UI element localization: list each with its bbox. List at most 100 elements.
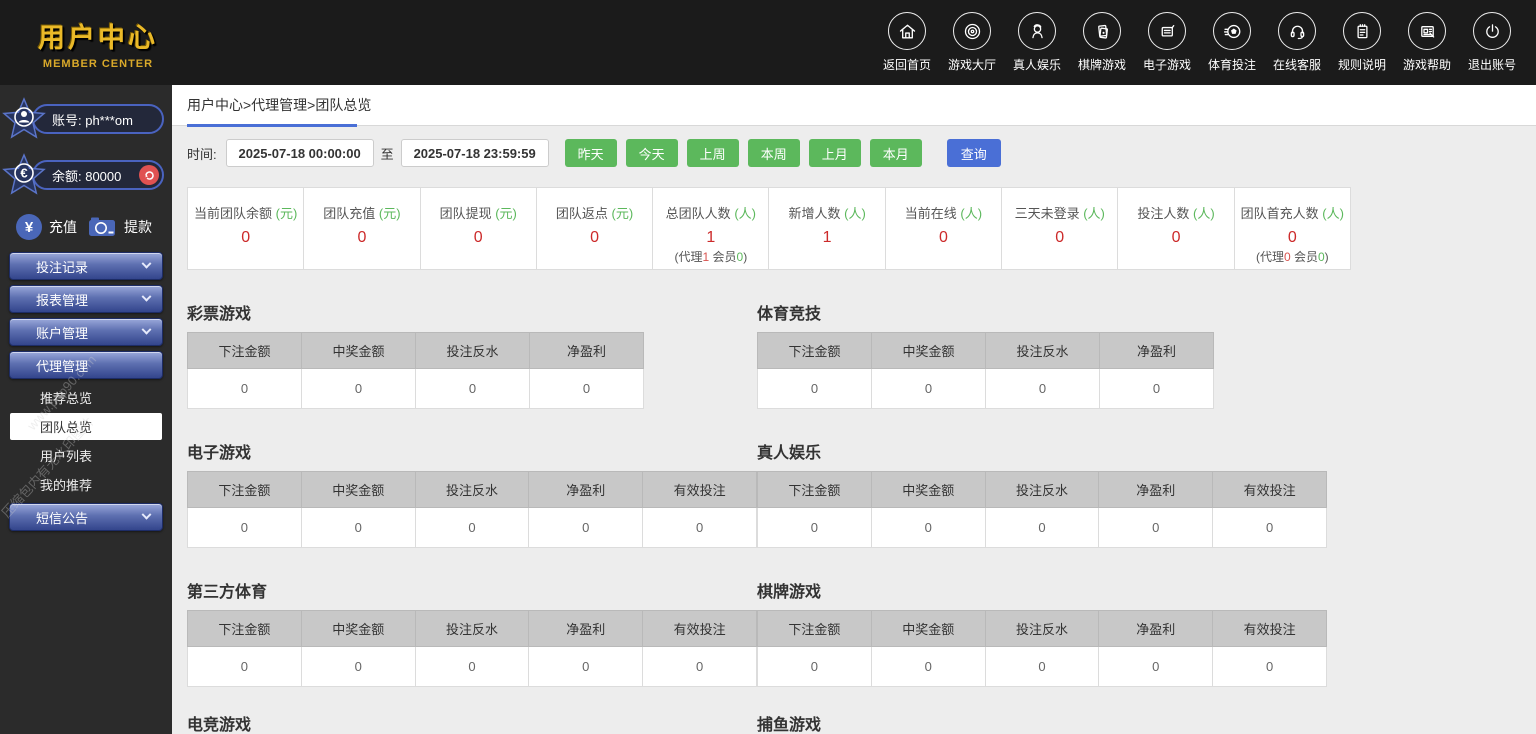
sidebar: 账号: ph***om € 余额: 80000 ¥ 充值 提款 [0, 85, 172, 734]
quick-today-button[interactable]: 今天 [626, 139, 678, 167]
sidebar-subitem-referral-overview[interactable]: 推荐总览 [10, 384, 162, 411]
sports-icon [1213, 12, 1251, 50]
quick-this-week-button[interactable]: 本周 [748, 139, 800, 167]
time-filter-row: 时间: 至 昨天 今天 上周 本周 上月 本月 查询 [187, 139, 1536, 167]
time-label: 时间: [187, 144, 217, 163]
nav-live-casino[interactable]: 真人娱乐 [1013, 12, 1061, 73]
date-to-input[interactable] [401, 139, 549, 167]
breadcrumb-active-underline [187, 124, 357, 127]
section-title: 第三方体育 [187, 578, 757, 602]
top-navigation: 返回首页 游戏大厅 真人娱乐 棋牌游戏 电子游戏 体育投注 在线客服 规则说明 [883, 12, 1516, 73]
sidebar-menu: 投注记录 报表管理 账户管理 代理管理 推荐总览 团队总览 用户列表 我的推荐 … [0, 252, 172, 531]
table-section-fishing: 捕鱼游戏 [757, 687, 1327, 734]
withdraw-button[interactable]: 提款 [87, 215, 152, 239]
chevron-down-icon [142, 291, 152, 301]
stat-team-withdraw: 团队提现 (元) 0 [421, 188, 537, 269]
quick-last-week-button[interactable]: 上周 [687, 139, 739, 167]
game-hall-icon [953, 12, 991, 50]
lottery-table: 下注金额中奖金额投注反水净盈利 0000 [187, 332, 644, 409]
breadcrumb: 用户中心>代理管理>团队总览 [172, 85, 1536, 126]
account-star-icon [2, 97, 46, 141]
sidebar-item-bet-records[interactable]: 投注记录 [9, 252, 163, 280]
withdraw-label: 提款 [124, 217, 152, 237]
to-label: 至 [381, 144, 394, 163]
sidebar-item-sms-announcement[interactable]: 短信公告 [9, 503, 163, 531]
stat-team-deposit: 团队充值 (元) 0 [304, 188, 420, 269]
quick-yesterday-button[interactable]: 昨天 [565, 139, 617, 167]
slots-table: 下注金额中奖金额投注反水净盈利有效投注 00000 [187, 471, 757, 548]
sidebar-subitem-user-list[interactable]: 用户列表 [10, 442, 162, 469]
nav-home[interactable]: 返回首页 [883, 12, 931, 73]
table-row: 00000 [188, 508, 757, 548]
quick-last-month-button[interactable]: 上月 [809, 139, 861, 167]
game-tables-grid: 彩票游戏 下注金额中奖金额投注反水净盈利 0000 体育竞技 下注金额中奖金额投… [187, 270, 1536, 734]
recharge-label: 充值 [49, 217, 77, 237]
account-label: 账号: ph***om [52, 110, 133, 129]
nav-card-games[interactable]: 棋牌游戏 [1078, 12, 1126, 73]
account-pill: 账号: ph***om [32, 104, 164, 134]
section-title: 电竞游戏 [187, 711, 757, 734]
nav-rules[interactable]: 规则说明 [1338, 12, 1386, 73]
stat-first-deposit-members: 团队首充人数 (人) 0 (代理0 会员0) [1235, 188, 1350, 269]
section-title: 电子游戏 [187, 439, 757, 463]
live-casino-icon [1018, 12, 1056, 50]
nav-logout[interactable]: 退出账号 [1468, 12, 1516, 73]
search-button[interactable]: 查询 [947, 139, 1001, 167]
section-title: 捕鱼游戏 [757, 711, 1327, 734]
sidebar-subitem-my-referral[interactable]: 我的推荐 [10, 471, 162, 498]
stat-team-balance: 当前团队余额 (元) 0 [188, 188, 304, 269]
nav-slots[interactable]: 电子游戏 [1143, 12, 1191, 73]
quick-this-month-button[interactable]: 本月 [870, 139, 922, 167]
stat-team-rebate: 团队返点 (元) 0 [537, 188, 653, 269]
stats-strip: 当前团队余额 (元) 0 团队充值 (元) 0 团队提现 (元) 0 团队返点 … [187, 187, 1351, 270]
account-row: 账号: ph***om [2, 97, 164, 141]
logo-title: 用户中心 [38, 16, 158, 55]
recharge-button[interactable]: ¥ 充值 [16, 214, 77, 240]
svg-text:€: € [20, 166, 27, 181]
nav-game-help[interactable]: 游戏帮助 [1403, 12, 1451, 73]
live-casino-table: 下注金额中奖金额投注反水净盈利有效投注 00000 [757, 471, 1327, 548]
stat-total-members: 总团队人数 (人) 1 (代理1 会员0) [653, 188, 769, 269]
withdraw-icon [87, 215, 117, 239]
sidebar-subitem-team-overview[interactable]: 团队总览 [10, 413, 162, 440]
recharge-icon: ¥ [16, 214, 42, 240]
balance-pill: 余额: 80000 [32, 160, 164, 190]
table-row: 00000 [758, 508, 1327, 548]
customer-service-icon [1278, 12, 1316, 50]
table-section-third-party-sports: 第三方体育 下注金额中奖金额投注反水净盈利有效投注 00000 [187, 548, 757, 687]
sidebar-item-agent-management[interactable]: 代理管理 [9, 351, 163, 379]
refresh-balance-icon[interactable] [139, 165, 159, 185]
balance-star-icon: € [2, 153, 46, 197]
table-section-live-casino: 真人娱乐 下注金额中奖金额投注反水净盈利有效投注 00000 [757, 409, 1327, 548]
game-help-icon [1408, 12, 1446, 50]
stat-new-members: 新增人数 (人) 1 [769, 188, 885, 269]
nav-customer-service[interactable]: 在线客服 [1273, 12, 1321, 73]
content: 时间: 至 昨天 今天 上周 本周 上月 本月 查询 当前团队余额 (元) 0 … [172, 126, 1536, 734]
table-section-slots: 电子游戏 下注金额中奖金额投注反水净盈利有效投注 00000 [187, 409, 757, 548]
chevron-down-icon [142, 324, 152, 334]
logout-icon [1473, 12, 1511, 50]
section-title: 真人娱乐 [757, 439, 1327, 463]
third-party-sports-table: 下注金额中奖金额投注反水净盈利有效投注 00000 [187, 610, 757, 687]
slots-icon [1148, 12, 1186, 50]
nav-sports[interactable]: 体育投注 [1208, 12, 1256, 73]
balance-label: 余额: 80000 [52, 166, 121, 185]
balance-row: € 余额: 80000 [2, 153, 164, 197]
table-row: 0000 [188, 369, 644, 409]
table-section-card-games: 棋牌游戏 下注金额中奖金额投注反水净盈利有效投注 00000 [757, 548, 1327, 687]
chevron-down-icon [142, 258, 152, 268]
sidebar-item-account-management[interactable]: 账户管理 [9, 318, 163, 346]
logo-subtitle: MEMBER CENTER [38, 58, 158, 70]
table-row: 00000 [188, 647, 757, 687]
sidebar-item-report-management[interactable]: 报表管理 [9, 285, 163, 313]
chevron-down-icon [142, 509, 152, 519]
table-row: 0000 [758, 369, 1214, 409]
home-icon [888, 12, 926, 50]
main-area: 用户中心>代理管理>团队总览 时间: 至 昨天 今天 上周 本周 上月 本月 查… [172, 85, 1536, 734]
date-from-input[interactable] [226, 139, 374, 167]
table-section-lottery: 彩票游戏 下注金额中奖金额投注反水净盈利 0000 [187, 270, 757, 409]
stat-inactive-3days: 三天未登录 (人) 0 [1002, 188, 1118, 269]
table-row: 00000 [758, 647, 1327, 687]
section-title: 体育竞技 [757, 300, 1327, 324]
nav-game-hall[interactable]: 游戏大厅 [948, 12, 996, 73]
